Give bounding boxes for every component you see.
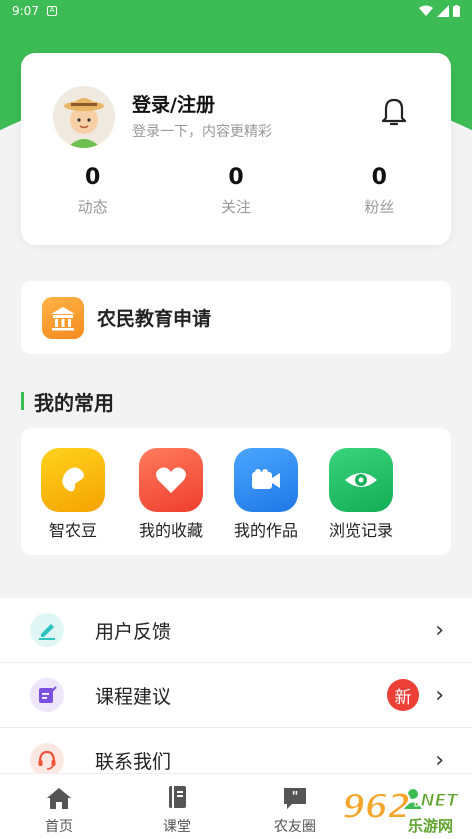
tab-label: 农友圈: [274, 819, 316, 835]
status-bar: 9:07 A: [0, 0, 472, 22]
section-title: 我的常用: [21, 389, 114, 415]
heart-icon: [139, 448, 203, 512]
menu-item-feedback[interactable]: 用户反馈 ›: [0, 598, 472, 663]
stat-label: 关注: [220, 198, 251, 216]
tile-label: 我的作品: [233, 521, 298, 540]
stat-following[interactable]: 0 关注: [164, 165, 307, 217]
stat-label: 粉丝: [364, 198, 395, 216]
stat-value: 0: [85, 165, 101, 190]
chevron-right-icon: ›: [435, 747, 444, 773]
stat-value: 0: [371, 165, 387, 190]
avatar[interactable]: [53, 86, 115, 148]
watermark-net: .NET: [414, 791, 459, 812]
headset-icon: [30, 743, 64, 777]
notification-icon: A: [46, 6, 57, 16]
tile-label: 浏览记录: [328, 521, 393, 540]
profile-card: 登录/注册 登录一下，内容更精彩 0 动态 0 关注 0 粉丝: [21, 53, 451, 245]
status-time: 9:07: [12, 4, 39, 18]
farmer-avatar-icon: [53, 86, 115, 148]
education-label: 农民教育申请: [97, 308, 212, 330]
home-icon: [45, 784, 73, 812]
pencil-icon: [30, 613, 64, 647]
common-functions-card: 智农豆 我的收藏 我的作品 浏览记录: [21, 428, 451, 555]
menu-label: 课程建议: [95, 685, 172, 708]
bean-icon: [41, 448, 105, 512]
common-title: 我的常用: [34, 390, 114, 415]
tile-beans[interactable]: 智农豆: [33, 448, 113, 541]
settings-menu: 用户反馈 › 课程建议 新 › 联系我们 ›: [0, 598, 472, 793]
tile-label: 我的收藏: [138, 521, 203, 540]
tab-farmer-circle[interactable]: " 农友圈: [236, 774, 354, 839]
login-title[interactable]: 登录/注册: [132, 90, 215, 117]
tile-label: 智农豆: [48, 521, 97, 540]
book-icon: [163, 784, 191, 812]
chat-quote-icon: ": [281, 784, 309, 812]
bell-icon[interactable]: [379, 95, 409, 127]
menu-label: 用户反馈: [95, 620, 172, 643]
new-badge: 新: [387, 679, 419, 711]
chevron-right-icon: ›: [435, 617, 444, 643]
tile-favorites[interactable]: 我的收藏: [131, 448, 211, 541]
watermark-site: 乐游网: [408, 817, 454, 835]
stat-posts[interactable]: 0 动态: [21, 165, 164, 217]
stat-label: 动态: [77, 198, 108, 216]
profile-stats: 0 动态 0 关注 0 粉丝: [21, 165, 451, 217]
stat-followers[interactable]: 0 粉丝: [308, 165, 451, 217]
watermark-logo: 962 .NET 乐游网: [338, 783, 472, 839]
edit-note-icon: [30, 678, 64, 712]
battery-icon: [453, 5, 460, 17]
tab-classroom[interactable]: 课堂: [118, 774, 236, 839]
school-icon: [42, 296, 84, 339]
menu-item-course-suggestion[interactable]: 课程建议 新 ›: [0, 663, 472, 728]
tab-label: 课堂: [163, 819, 191, 835]
chevron-right-icon: ›: [435, 682, 444, 708]
svg-text:": ": [292, 790, 299, 805]
tile-history[interactable]: 浏览记录: [321, 448, 401, 541]
wifi-icon: [419, 5, 433, 16]
tab-label: 首页: [45, 819, 73, 835]
tile-works[interactable]: 我的作品: [226, 448, 306, 541]
farmer-education-card[interactable]: 农民教育申请: [21, 281, 451, 354]
stat-value: 0: [228, 165, 244, 190]
tab-home[interactable]: 首页: [0, 774, 118, 839]
eye-icon: [329, 448, 393, 512]
login-subtitle: 登录一下，内容更精彩: [132, 124, 272, 140]
signal-icon: [437, 5, 449, 17]
menu-label: 联系我们: [95, 750, 172, 773]
watermark-number: 962: [341, 786, 412, 828]
video-camera-icon: [234, 448, 298, 512]
